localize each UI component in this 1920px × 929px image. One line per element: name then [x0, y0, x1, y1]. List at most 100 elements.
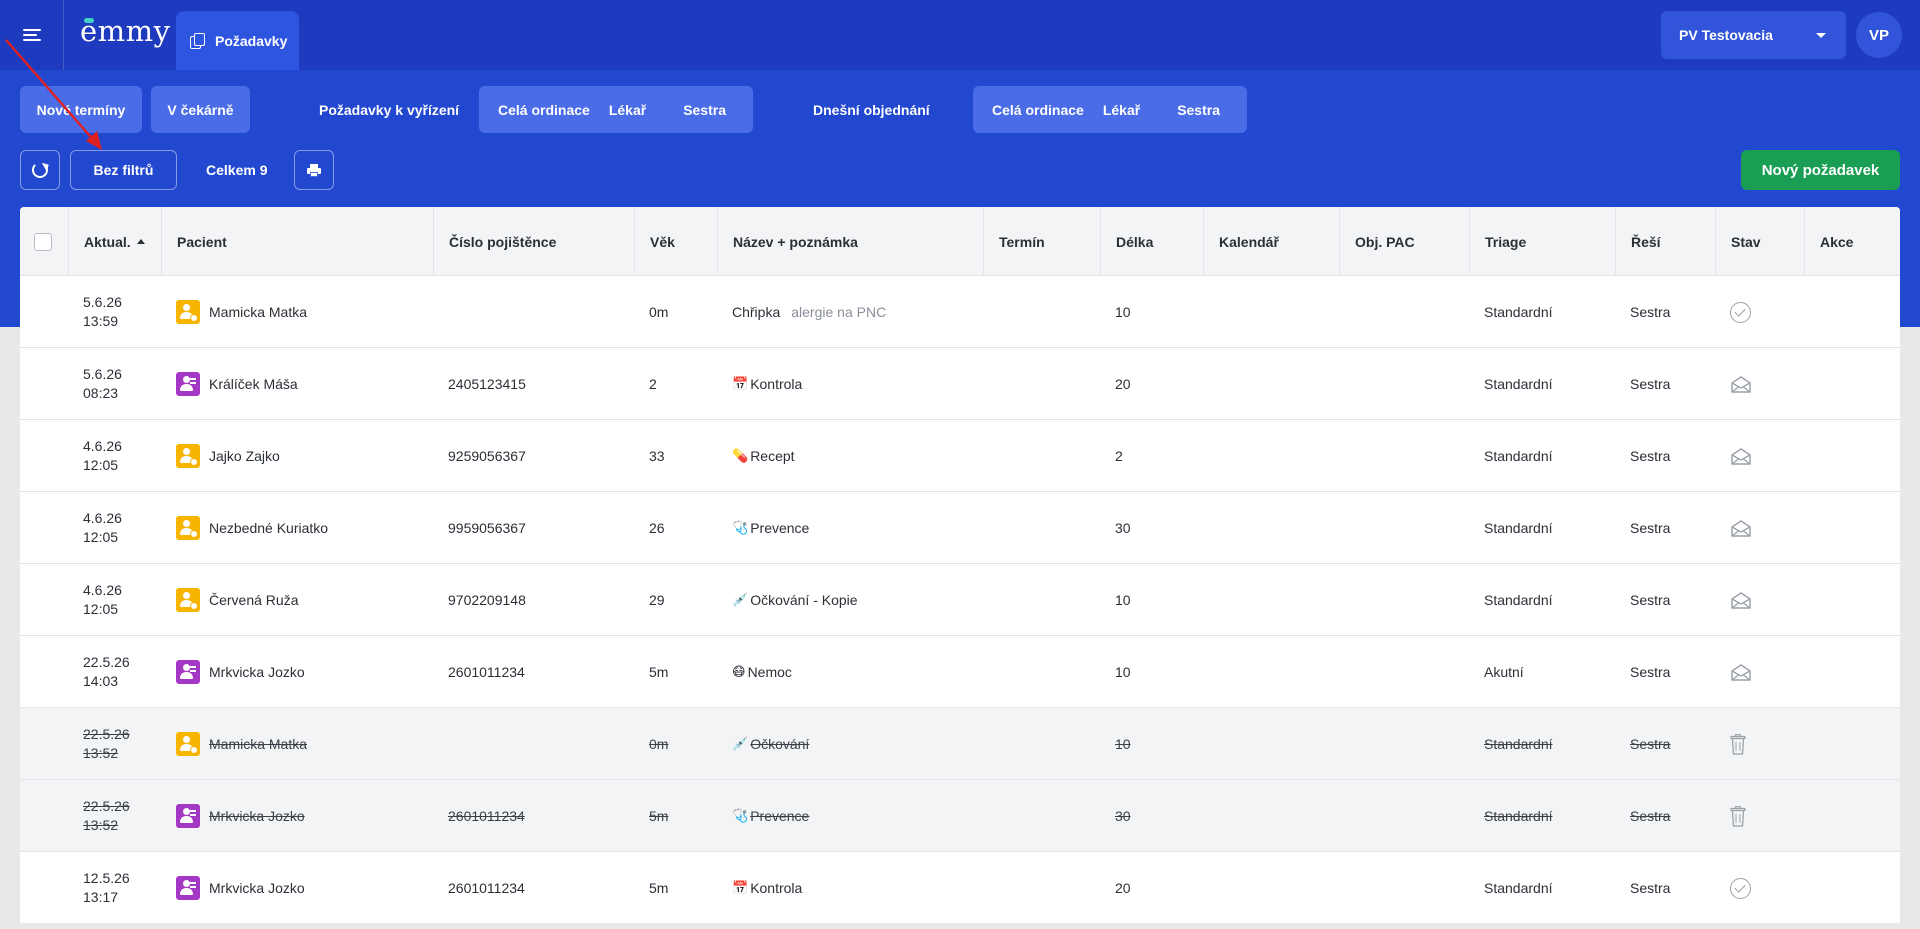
- table-row[interactable]: 22.5.26 13:52 Mamicka Matka 0m 💉 Očkování 10 St…: [20, 708, 1900, 780]
- user-avatar[interactable]: VP: [1856, 12, 1902, 58]
- column-obj-pac[interactable]: Obj. PAC: [1339, 207, 1469, 276]
- length-value: 10: [1115, 592, 1131, 608]
- today-filter-nurse[interactable]: Sestra: [1158, 102, 1220, 118]
- column-age[interactable]: Věk: [634, 207, 717, 276]
- cell-status: [1715, 276, 1804, 348]
- envelope-open-icon[interactable]: [1730, 447, 1752, 465]
- cell-obj-pac: [1339, 348, 1469, 420]
- check-circle-icon[interactable]: [1730, 301, 1751, 323]
- patient-icon: [176, 804, 200, 828]
- new-request-button[interactable]: Nový požadavek: [1741, 150, 1900, 190]
- cell-patient: Mrkvicka Jozko: [161, 852, 453, 924]
- today-filter-whole-practice[interactable]: Celá ordinace: [973, 102, 1103, 118]
- waiting-room-button[interactable]: V čekárně: [151, 86, 250, 133]
- table-header: Aktual. Pacient Číslo pojištěnce Věk Náz…: [20, 207, 1900, 276]
- cell-obj-pac: [1339, 636, 1469, 708]
- column-insurance-number[interactable]: Číslo pojištěnce: [433, 207, 634, 276]
- cell-obj-pac: [1339, 780, 1469, 852]
- request-type-icon: 📅: [732, 376, 749, 392]
- requests-filter-whole-practice[interactable]: Celá ordinace: [479, 102, 609, 118]
- today-filter-doctor[interactable]: Lékař: [1103, 102, 1158, 118]
- table-row[interactable]: 5.6.26 08:23 Králíček Máša 2405123415 2 📅 Kont…: [20, 348, 1900, 420]
- cell-calendar: [1203, 852, 1339, 924]
- table-row[interactable]: 22.5.26 13:52 Mrkvicka Jozko 2601011234 5m 🩺 P…: [20, 780, 1900, 852]
- cell-name-note: 🩺 Prevence: [717, 780, 983, 852]
- envelope-open-icon[interactable]: [1730, 375, 1752, 393]
- new-terms-button[interactable]: Nové termíny: [20, 86, 142, 133]
- trash-icon[interactable]: [1730, 733, 1746, 755]
- logo[interactable]: emmy: [80, 14, 171, 48]
- column-triage[interactable]: Triage: [1469, 207, 1615, 276]
- table-row[interactable]: 4.6.26 12:05 Jajko Zajko 9259056367 33 💊 Recep…: [20, 420, 1900, 492]
- cell-patient: Mrkvicka Jozko: [161, 780, 453, 852]
- cell-triage: Standardní: [1469, 708, 1615, 780]
- column-length[interactable]: Délka: [1100, 207, 1203, 276]
- column-calendar[interactable]: Kalendář: [1203, 207, 1339, 276]
- patient-age: 5m: [649, 664, 669, 680]
- cell-insurance: [433, 276, 634, 348]
- request-name: Recept: [750, 448, 795, 464]
- envelope-open-icon[interactable]: [1730, 519, 1752, 537]
- table-row[interactable]: 4.6.26 12:05 Nezbedné Kuriatko 9959056367 26…: [20, 492, 1900, 564]
- column-patient[interactable]: Pacient: [161, 207, 453, 276]
- column-resolver[interactable]: Řeší: [1615, 207, 1715, 276]
- patient-icon: [176, 732, 200, 756]
- column-name-note[interactable]: Název + poznámka: [717, 207, 983, 276]
- print-button[interactable]: [294, 150, 334, 190]
- envelope-open-icon[interactable]: [1730, 663, 1752, 681]
- table-row[interactable]: 22.5.26 14:03 Mrkvicka Jozko 2601011234 5m 😷 N…: [20, 636, 1900, 708]
- requests-filter-nurse[interactable]: Sestra: [664, 102, 726, 118]
- cell-resolver: Sestra: [1615, 708, 1715, 780]
- sort-ascending-icon: [136, 239, 145, 244]
- table-row[interactable]: 12.5.26 13:17 Mrkvicka Jozko 2601011234 5m 📅 K…: [20, 852, 1900, 924]
- request-note: alergie na PNC: [791, 304, 887, 320]
- patient-icon: [176, 876, 200, 900]
- table-row[interactable]: 4.6.26 12:05 Červená Ruža 9702209148 29 💉 Očko…: [20, 564, 1900, 636]
- updated-date: 22.5.26: [83, 654, 130, 670]
- request-name: Prevence: [750, 520, 810, 536]
- request-name: Kontrola: [750, 880, 803, 896]
- resolver-value: Sestra: [1630, 448, 1671, 464]
- patient-name: Jajko Zajko: [209, 448, 280, 464]
- cell-name-note: 💉 Očkování: [717, 708, 983, 780]
- cell-actions: [1804, 564, 1900, 636]
- cell-age: 0m: [634, 276, 717, 348]
- patient-name: Mrkvicka Jozko: [209, 808, 305, 824]
- cell-age: 5m: [634, 852, 717, 924]
- cell-triage: Standardní: [1469, 780, 1615, 852]
- column-status[interactable]: Stav: [1715, 207, 1804, 276]
- cell-status: [1715, 780, 1804, 852]
- cell-actions: [1804, 492, 1900, 564]
- cell-calendar: [1203, 276, 1339, 348]
- cell-resolver: Sestra: [1615, 852, 1715, 924]
- cell-term: [983, 276, 1100, 348]
- cell-insurance: 9702209148: [433, 564, 634, 636]
- check-circle-icon[interactable]: [1730, 877, 1751, 899]
- envelope-open-icon[interactable]: [1730, 591, 1752, 609]
- menu-button[interactable]: [0, 0, 64, 70]
- today-label: Dnešní objednání: [813, 102, 930, 118]
- cell-actions: [1804, 348, 1900, 420]
- select-all-checkbox[interactable]: [34, 232, 52, 251]
- filter-button[interactable]: Bez filtrů: [70, 150, 177, 190]
- organization-select[interactable]: PV Testovacia: [1661, 11, 1846, 59]
- request-type-icon: 😷: [732, 664, 746, 680]
- cell-obj-pac: [1339, 708, 1469, 780]
- cell-patient: Králíček Máša: [161, 348, 453, 420]
- refresh-button[interactable]: [20, 150, 60, 190]
- request-name: Očkování - Kopie: [750, 592, 858, 608]
- cell-term: [983, 852, 1100, 924]
- trash-icon[interactable]: [1730, 805, 1746, 827]
- length-value: 20: [1115, 376, 1131, 392]
- table-row[interactable]: 5.6.26 13:59 Mamicka Matka 0m Chřipka alergie…: [20, 276, 1900, 348]
- requests-filter-doctor[interactable]: Lékař: [609, 102, 664, 118]
- refresh-icon: [32, 162, 48, 178]
- column-term[interactable]: Termín: [983, 207, 1100, 276]
- cell-patient: Červená Ruža: [161, 564, 453, 636]
- tab-requests[interactable]: Požadavky: [176, 11, 299, 70]
- updated-time: 12:05: [83, 601, 119, 617]
- cell-actions: [1804, 708, 1900, 780]
- cell-resolver: Sestra: [1615, 492, 1715, 564]
- hamburger-icon: [22, 26, 41, 44]
- cell-status: [1715, 348, 1804, 420]
